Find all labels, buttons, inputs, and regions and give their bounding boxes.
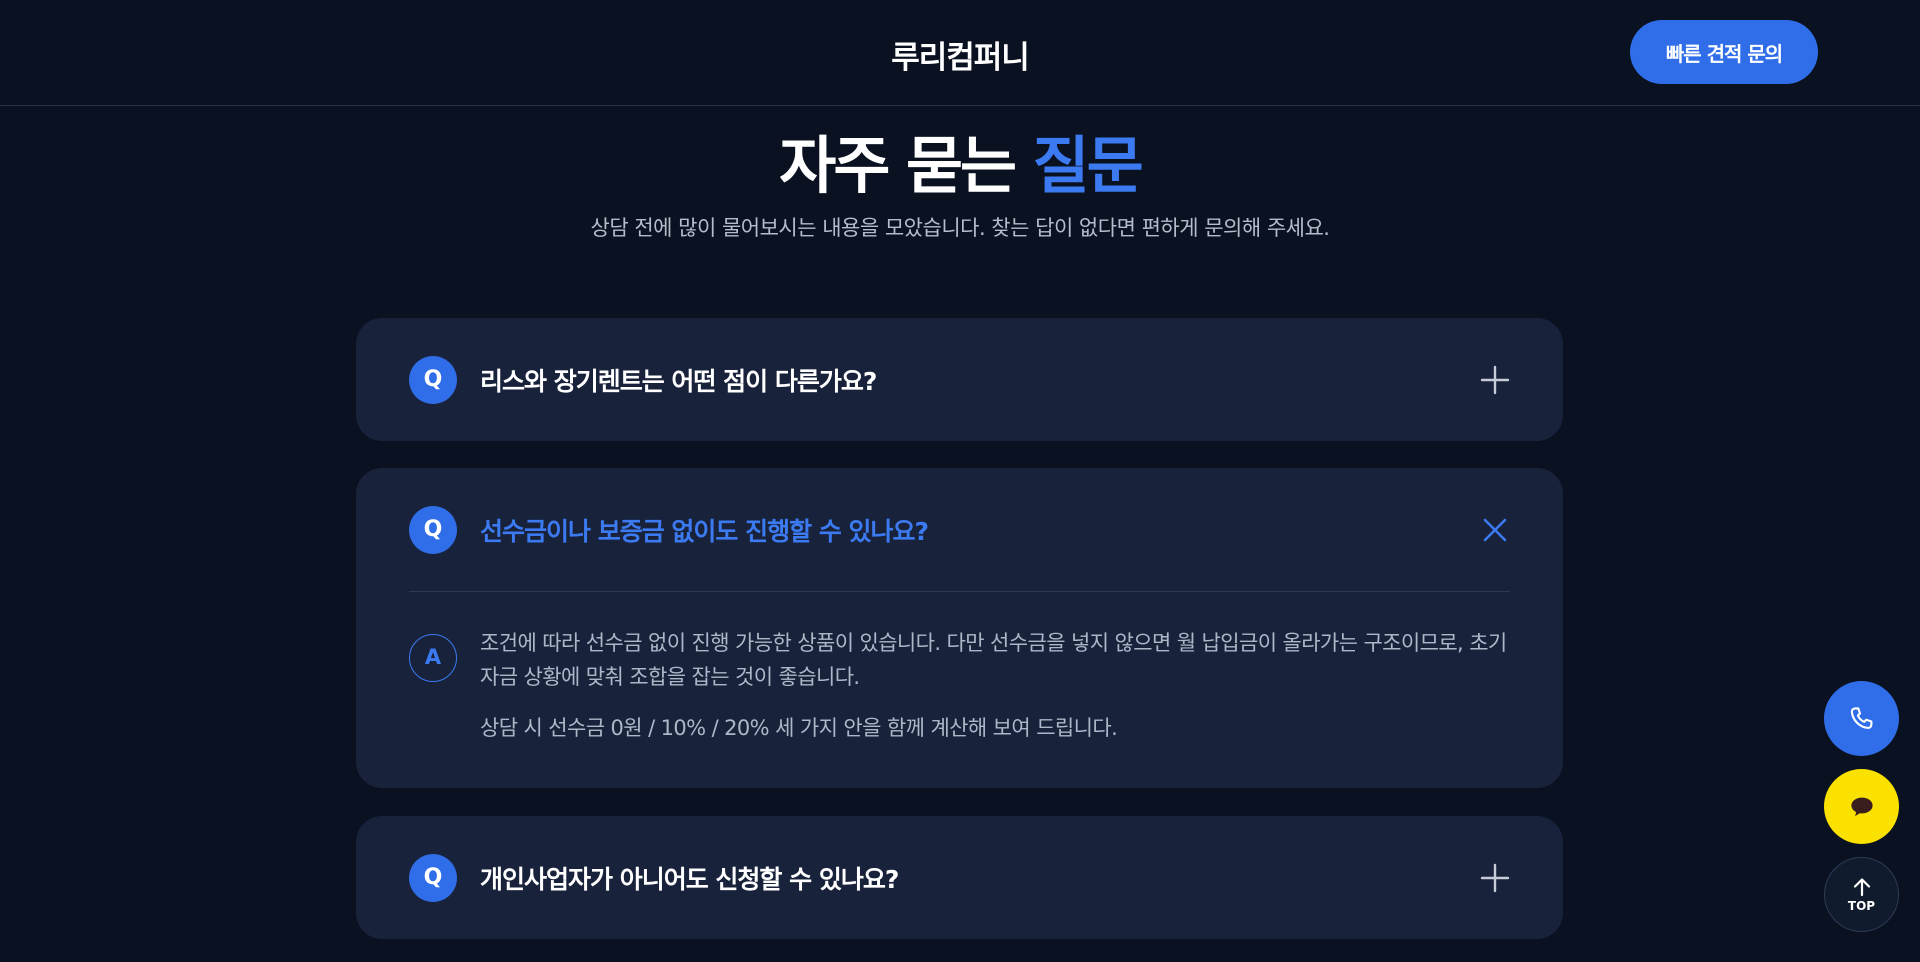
faq-question: 리스와 장기렌트는 어떤 점이 다른가요? [480, 367, 877, 396]
arrow-up-icon [1853, 877, 1870, 896]
faq-question-toggle[interactable]: Q 선수금이나 보증금 없이도 진행할 수 있나요? [356, 468, 1563, 591]
q-badge: Q [409, 854, 457, 902]
plus-icon[interactable] [1480, 365, 1510, 395]
plus-icon[interactable] [1480, 863, 1510, 893]
kakao-chat-button[interactable] [1824, 769, 1899, 844]
quick-quote-button[interactable]: 빠른 견적 문의 [1630, 20, 1818, 84]
faq-item: Q 개인사업자가 아니어도 신청할 수 있나요? [356, 816, 1563, 939]
scroll-to-top-button[interactable]: TOP [1824, 857, 1899, 932]
faq-question-toggle[interactable]: Q 리스와 장기렌트는 어떤 점이 다른가요? [356, 318, 1563, 441]
page-title-accent: 질문 [1032, 129, 1144, 202]
q-badge: Q [409, 356, 457, 404]
page-title-main: 자주 묻는 [779, 129, 1033, 202]
faq-answer: 조건에 따라 선수금 없이 진행 가능한 상품이 있습니다. 다만 선수금을 넣… [480, 631, 1507, 689]
faq-divider [409, 591, 1510, 592]
faq-item-expanded: Q 선수금이나 보증금 없이도 진행할 수 있나요? A 조건에 따라 선수금 … [356, 468, 1563, 788]
faq-item: Q 리스와 장기렌트는 어떤 점이 다른가요? [356, 318, 1563, 441]
q-badge: Q [409, 506, 457, 554]
faq-question: 선수금이나 보증금 없이도 진행할 수 있나요? [480, 517, 929, 546]
site-header: 루리컴퍼니 빠른 견적 문의 [0, 0, 1920, 106]
page-title: 자주 묻는 질문 [0, 115, 1920, 205]
close-icon[interactable] [1480, 515, 1510, 545]
phone-call-button[interactable] [1824, 681, 1899, 756]
a-badge: A [409, 634, 457, 682]
faq-question: 개인사업자가 아니어도 신청할 수 있나요? [480, 865, 899, 894]
phone-icon [1850, 706, 1872, 729]
chat-bubble-icon [1850, 797, 1873, 816]
faq-answer-note: 상담 시 선수금 0원 / 10% / 20% 세 가지 안을 함께 계산해 보… [480, 716, 1118, 740]
top-label: TOP [1847, 898, 1876, 913]
faq-question-toggle[interactable]: Q 개인사업자가 아니어도 신청할 수 있나요? [356, 816, 1563, 939]
page-subtitle: 상담 전에 많이 물어보시는 내용을 모았습니다. 찾는 답이 없다면 편하게 … [590, 216, 1330, 240]
